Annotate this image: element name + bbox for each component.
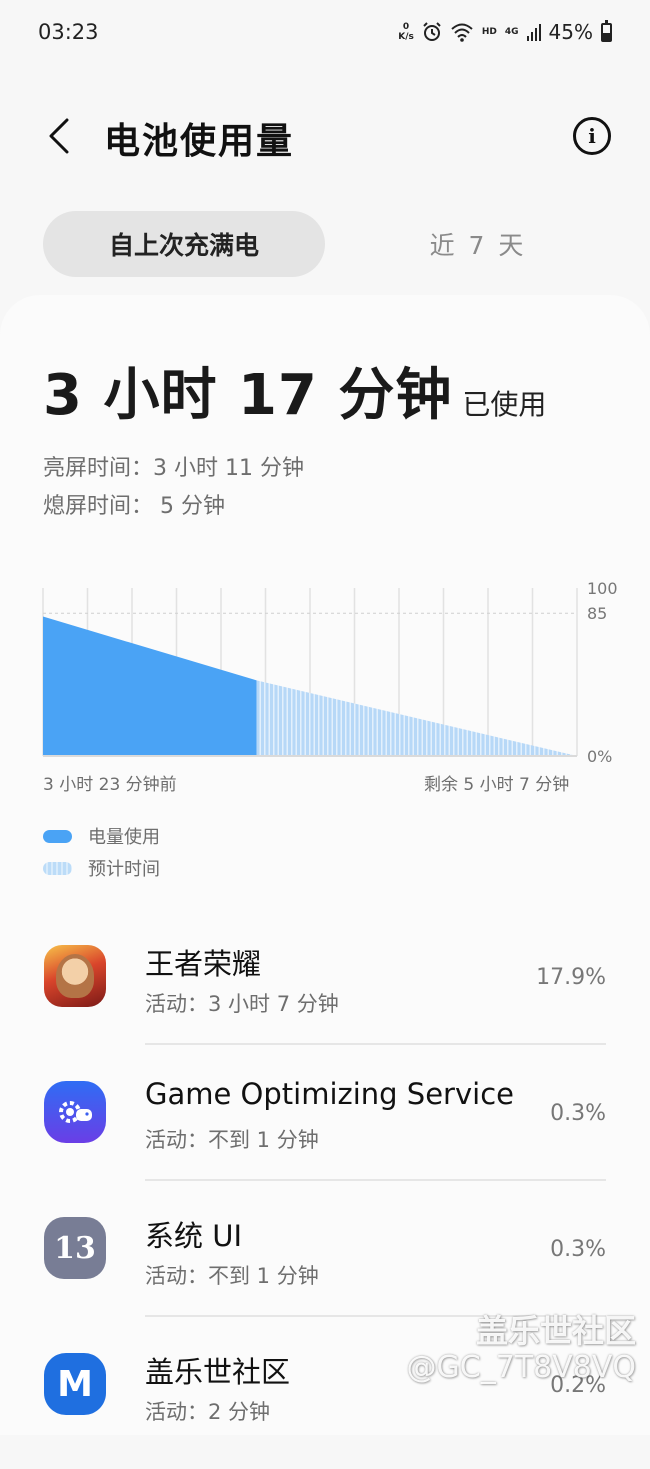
app-name: 盖乐世社区 bbox=[145, 1355, 291, 1389]
app-name: 系统 UI bbox=[145, 1219, 242, 1253]
x-axis-end-label: 剩余 5 小时 7 分钟 bbox=[424, 775, 570, 795]
app-activity: 活动：3 小时 7 分钟 bbox=[145, 992, 339, 1016]
status-time: 03:23 bbox=[38, 20, 99, 44]
legend-item-used: 电量使用 bbox=[43, 820, 160, 852]
community-icon-text: M bbox=[57, 1363, 93, 1405]
period-tabs: 自上次充满电 近 7 天 bbox=[43, 211, 613, 277]
legend-label-used: 电量使用 bbox=[88, 827, 160, 848]
app-percent: 0.3% bbox=[550, 1237, 606, 1262]
usage-suffix: 已使用 bbox=[462, 388, 547, 421]
chevron-left-icon bbox=[49, 118, 69, 154]
battery-chart-svg: 100 85 0% bbox=[42, 579, 618, 766]
list-item-app[interactable]: Game Optimizing Service 活动：不到 1 分钟 0.3% bbox=[0, 1061, 650, 1197]
used-series-area bbox=[43, 616, 257, 756]
game-hero-icon bbox=[44, 945, 106, 1007]
x-axis-start-label: 3 小时 23 分钟前 bbox=[43, 775, 177, 795]
legend-label-estimated: 预计时间 bbox=[88, 859, 160, 880]
y-tick-0: 0% bbox=[587, 747, 612, 766]
app-usage-list: 王者荣耀 活动：3 小时 7 分钟 17.9% Game Optimizing … bbox=[0, 925, 650, 1469]
usage-value: 3 小时 17 分钟 bbox=[43, 363, 453, 428]
community-icon: M bbox=[44, 1353, 106, 1415]
status-bar: 03:23 0 K/s HD 4G 45% bbox=[0, 0, 650, 64]
legend-swatch-used bbox=[43, 829, 72, 843]
tab-since-full-charge[interactable]: 自上次充满电 bbox=[43, 211, 325, 277]
back-button[interactable] bbox=[38, 114, 78, 158]
screen-on-time: 亮屏时间：3 小时 11 分钟 bbox=[43, 456, 304, 481]
list-item-app[interactable]: 王者荣耀 活动：3 小时 7 分钟 17.9% bbox=[0, 925, 650, 1061]
y-tick-100: 100 bbox=[587, 579, 618, 598]
status-icons: 0 K/s HD 4G 45% bbox=[398, 19, 612, 44]
divider bbox=[145, 1179, 606, 1181]
app-name: 王者荣耀 bbox=[145, 947, 262, 981]
tab-last-7-days[interactable]: 近 7 天 bbox=[343, 211, 613, 277]
screen-off-time: 熄屏时间： 5 分钟 bbox=[43, 494, 225, 519]
y-tick-85: 85 bbox=[587, 604, 607, 623]
net-speed: 0 K/s bbox=[398, 22, 414, 42]
watermark-handle: @GC_7T8V8VQ bbox=[406, 1350, 636, 1385]
estimated-series-area bbox=[256, 680, 577, 756]
legend-item-estimated: 预计时间 bbox=[43, 852, 160, 884]
gamepad-gear-icon bbox=[44, 1081, 106, 1143]
network-type: 4G bbox=[504, 27, 519, 37]
total-usage: 3 小时 17 分钟 已使用 bbox=[43, 350, 546, 431]
info-button[interactable]: i bbox=[573, 117, 611, 155]
app-activity: 活动：不到 1 分钟 bbox=[145, 1264, 319, 1288]
app-percent: 17.9% bbox=[536, 965, 606, 990]
signal-icon bbox=[526, 24, 541, 41]
system-ui-icon-text: 13 bbox=[54, 1230, 96, 1266]
chart-legend: 电量使用 预计时间 bbox=[43, 820, 160, 884]
info-icon: i bbox=[588, 124, 596, 148]
battery-icon bbox=[601, 19, 612, 42]
hd-indicator: HD bbox=[481, 27, 497, 37]
alarm-icon bbox=[423, 22, 441, 41]
watermark-title: 盖乐世社区 bbox=[475, 1312, 636, 1350]
app-activity: 活动：2 分钟 bbox=[145, 1400, 271, 1424]
battery-percent: 45% bbox=[548, 20, 593, 44]
app-activity: 活动：不到 1 分钟 bbox=[145, 1128, 319, 1152]
page-title: 电池使用量 bbox=[104, 121, 295, 162]
wifi-icon bbox=[451, 23, 473, 42]
system-ui-icon: 13 bbox=[44, 1217, 106, 1279]
legend-swatch-estimated bbox=[43, 861, 72, 875]
app-header: 电池使用量 i bbox=[0, 100, 650, 176]
app-percent: 0.3% bbox=[550, 1101, 606, 1126]
divider bbox=[145, 1043, 606, 1045]
app-name: Game Optimizing Service bbox=[145, 1077, 514, 1111]
